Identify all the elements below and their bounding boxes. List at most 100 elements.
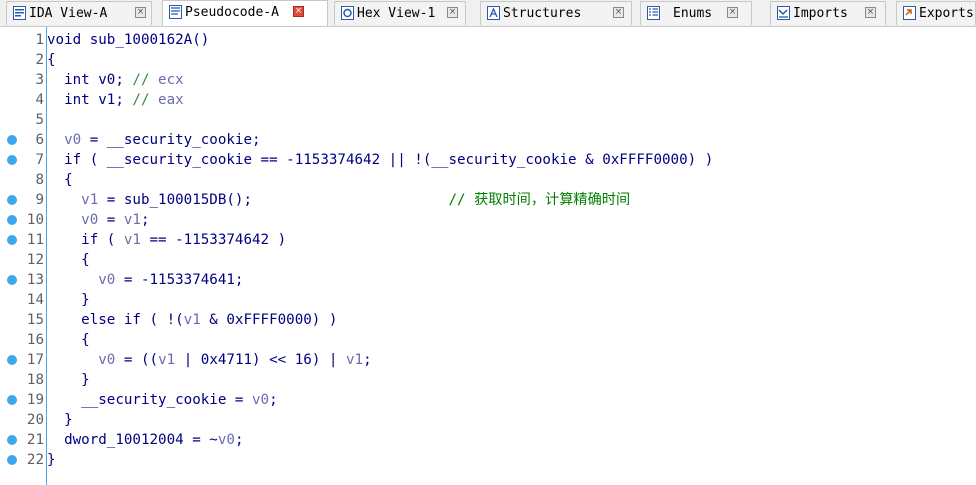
code-line[interactable]: 22} <box>0 450 976 470</box>
code-text[interactable]: int v1; // eax <box>47 90 184 110</box>
code-text[interactable]: v0 = -1153374641; <box>47 270 243 290</box>
code-line[interactable]: 13 v0 = -1153374641; <box>0 270 976 290</box>
code-text[interactable]: dword_10012004 = ~v0; <box>47 430 243 450</box>
code-line[interactable]: 21 dword_10012004 = ~v0; <box>0 430 976 450</box>
code-text[interactable]: if ( __security_cookie == -1153374642 ||… <box>47 150 713 170</box>
tab-hex-view-1[interactable]: Hex View-1 × <box>334 1 466 25</box>
line-number: 7 <box>35 152 44 168</box>
tab-structures[interactable]: Structures × <box>480 1 632 25</box>
code-token: else if ( !( <box>47 312 184 328</box>
line-number: 8 <box>35 172 44 188</box>
code-line[interactable]: 8 { <box>0 170 976 190</box>
code-line[interactable]: 6 v0 = __security_cookie; <box>0 130 976 150</box>
code-text[interactable]: if ( v1 == -1153374642 ) <box>47 230 286 250</box>
code-token: int v0; <box>47 72 133 88</box>
code-text[interactable]: void sub_1000162A() <box>47 30 209 50</box>
close-icon[interactable]: × <box>293 6 304 17</box>
code-line[interactable]: 10 v0 = v1; <box>0 210 976 230</box>
code-text[interactable]: } <box>47 410 73 430</box>
code-text[interactable]: { <box>47 170 73 190</box>
close-icon[interactable]: × <box>865 7 876 18</box>
breakpoint-dot-icon[interactable] <box>7 235 17 245</box>
code-line[interactable]: 18 } <box>0 370 976 390</box>
tab-enums[interactable]: Enums × <box>640 1 752 25</box>
code-text[interactable]: } <box>47 290 90 310</box>
code-line[interactable]: 12 { <box>0 250 976 270</box>
tab-label: Pseudocode-A <box>185 5 279 20</box>
code-line[interactable]: 20 } <box>0 410 976 430</box>
code-token: = sub_100015DB(); <box>98 192 449 208</box>
hex-view-icon <box>341 6 354 20</box>
code-line[interactable]: 1 void sub_1000162A() <box>0 30 976 50</box>
line-number: 14 <box>26 292 44 308</box>
code-text[interactable]: { <box>47 250 90 270</box>
code-text[interactable]: { <box>47 50 56 70</box>
line-number: 16 <box>26 332 44 348</box>
code-token: = __security_cookie; <box>81 132 261 148</box>
line-number: 10 <box>26 212 44 228</box>
variable-token: v1 <box>123 232 141 248</box>
close-icon[interactable]: × <box>613 7 624 18</box>
code-text[interactable]: v0 = ((v1 | 0x4711) << 16) | v1; <box>47 350 372 370</box>
breakpoint-dot-icon[interactable] <box>7 195 17 205</box>
variable-token: v1 <box>183 312 201 328</box>
breakpoint-dot-icon[interactable] <box>7 455 17 465</box>
tab-ida-view-a[interactable]: IDA View-A × <box>6 1 152 25</box>
breakpoint-dot-icon[interactable] <box>7 275 17 285</box>
line-number: 9 <box>35 192 44 208</box>
tab-label: IDA View-A <box>29 6 108 21</box>
line-number: 6 <box>35 132 44 148</box>
code-line[interactable]: 15 else if ( !(v1 & 0xFFFF0000) ) <box>0 310 976 330</box>
code-token: = -1153374641; <box>115 272 244 288</box>
breakpoint-dot-icon[interactable] <box>7 355 17 365</box>
line-number: 21 <box>26 432 44 448</box>
code-token: == -1153374642 ) <box>140 232 287 248</box>
breakpoint-dot-icon[interactable] <box>7 435 17 445</box>
structures-icon <box>487 6 500 20</box>
code-line[interactable]: 16 { <box>0 330 976 350</box>
code-text[interactable]: v1 = sub_100015DB(); // 获取时间，计算精确时间 <box>47 190 630 210</box>
tab-exports[interactable]: Exports <box>896 1 976 25</box>
comment-token: // 获取时间，计算精确时间 <box>448 192 631 208</box>
breakpoint-dot-icon[interactable] <box>7 395 17 405</box>
code-line[interactable]: 19 __security_cookie = v0; <box>0 390 976 410</box>
code-token: } <box>47 412 73 428</box>
breakpoint-dot-icon[interactable] <box>7 215 17 225</box>
code-line[interactable]: 5 <box>0 110 976 130</box>
code-line[interactable]: 11 if ( v1 == -1153374642 ) <box>0 230 976 250</box>
tab-imports[interactable]: Imports × <box>770 1 886 25</box>
close-icon[interactable]: × <box>447 7 458 18</box>
code-token: ; <box>140 212 150 228</box>
line-number: 18 <box>26 372 44 388</box>
code-line[interactable]: 17 v0 = ((v1 | 0x4711) << 16) | v1; <box>0 350 976 370</box>
code-text[interactable]: __security_cookie = v0; <box>47 390 277 410</box>
close-icon[interactable]: × <box>727 7 738 18</box>
close-icon[interactable]: × <box>135 7 146 18</box>
line-number: 17 <box>26 352 44 368</box>
code-line[interactable]: 7 if ( __security_cookie == -1153374642 … <box>0 150 976 170</box>
code-text[interactable]: { <box>47 330 90 350</box>
code-token: ; <box>234 432 244 448</box>
code-line[interactable]: 2{ <box>0 50 976 70</box>
code-line[interactable]: 3 int v0; // ecx <box>0 70 976 90</box>
code-token: { <box>47 172 73 188</box>
pseudocode-view[interactable]: 1 void sub_1000162A() 2{3 int v0; // ecx 4 … <box>0 27 976 485</box>
tab-pseudocode-a[interactable]: Pseudocode-A × <box>162 0 328 26</box>
code-text[interactable]: } <box>47 450 56 470</box>
breakpoint-dot-icon[interactable] <box>7 155 17 165</box>
code-line[interactable]: 4 int v1; // eax <box>0 90 976 110</box>
code-text[interactable]: int v0; // ecx <box>47 70 184 90</box>
breakpoint-dot-icon[interactable] <box>7 135 17 145</box>
code-text[interactable]: } <box>47 370 90 390</box>
code-line[interactable]: 14 } <box>0 290 976 310</box>
code-token: ; <box>363 352 372 368</box>
code-text[interactable]: v0 = v1; <box>47 210 150 230</box>
code-line[interactable]: 9 v1 = sub_100015DB(); // 获取时间，计算精确时间 <box>0 190 976 210</box>
line-number: 2 <box>35 52 44 68</box>
line-number: 5 <box>35 112 44 128</box>
code-token: { <box>47 252 90 268</box>
code-text[interactable]: v0 = __security_cookie; <box>47 130 261 150</box>
code-text[interactable]: else if ( !(v1 & 0xFFFF0000) ) <box>47 310 337 330</box>
tab-label: Enums <box>673 6 713 21</box>
line-number: 12 <box>26 252 44 268</box>
